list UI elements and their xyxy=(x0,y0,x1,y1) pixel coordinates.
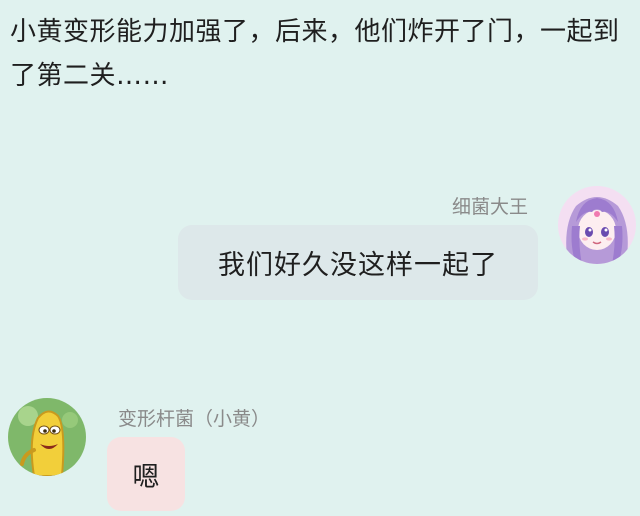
yellow-bacteria-character-icon xyxy=(8,398,86,476)
message-bubble-right[interactable]: 我们好久没这样一起了 xyxy=(178,225,538,300)
sender-name-bacteria-king: 细菌大王 xyxy=(451,196,528,218)
purple-hair-girl-avatar-icon xyxy=(558,186,636,264)
bacteria-king-avatar[interactable] xyxy=(558,186,636,264)
narration-text: 小黄变形能力加强了，后来，他们炸开了门，一起到了第二关…… xyxy=(10,17,620,91)
message-bubble-left[interactable]: 嗯 xyxy=(107,437,185,511)
sender-name-xiaohuang: 变形杆菌（小黄） xyxy=(118,408,271,430)
xiaohuang-avatar[interactable] xyxy=(8,398,86,476)
